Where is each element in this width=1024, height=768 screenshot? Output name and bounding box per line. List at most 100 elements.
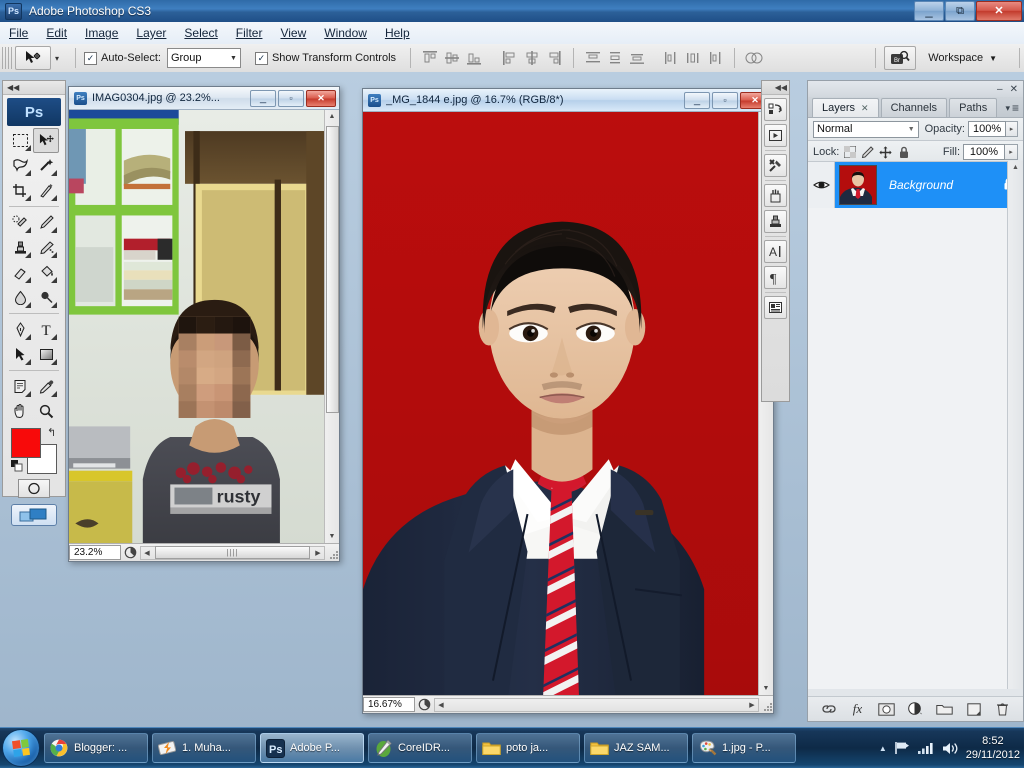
close-button[interactable]: ✕ bbox=[976, 1, 1022, 21]
blend-mode-dropdown[interactable]: Normal ▼ bbox=[813, 120, 919, 138]
tool-healing-brush[interactable] bbox=[7, 210, 33, 235]
panel-minimize-button[interactable]: – bbox=[997, 84, 1003, 95]
align-top-edges-icon[interactable] bbox=[421, 49, 439, 67]
auto-select-checkbox[interactable]: ✓ bbox=[84, 51, 98, 65]
panel-icon-character[interactable]: A bbox=[764, 240, 787, 263]
tool-eyedropper[interactable] bbox=[33, 374, 59, 399]
taskbar-item-coreldraw[interactable]: CoreIDR... bbox=[368, 733, 472, 763]
restore-button[interactable]: ⧉ bbox=[945, 1, 975, 21]
lock-image-pixels-button[interactable] bbox=[860, 145, 875, 160]
taskbar-item-blogger[interactable]: Blogger: ... bbox=[44, 733, 148, 763]
scroll-up-arrow[interactable]: ▲ bbox=[325, 110, 339, 123]
document-horizontal-scrollbar[interactable]: ◀ ▶ bbox=[434, 697, 759, 712]
horizontal-scroll-thumb[interactable]: |||| bbox=[155, 546, 310, 559]
tool-move[interactable] bbox=[33, 128, 59, 153]
layer-style-button[interactable]: fx bbox=[849, 700, 867, 718]
options-bar-grip[interactable] bbox=[2, 47, 12, 69]
menu-image[interactable]: Image bbox=[76, 24, 127, 42]
tool-path-selection[interactable] bbox=[7, 342, 33, 367]
document-info-icon[interactable] bbox=[121, 545, 139, 560]
document-canvas[interactable]: rusty ▲ ▼ bbox=[69, 110, 339, 543]
layers-list-scrollbar[interactable]: ▲ bbox=[1007, 161, 1023, 689]
foreground-color-swatch[interactable] bbox=[11, 428, 41, 458]
document-maximize-button[interactable]: ▫ bbox=[712, 91, 738, 109]
tab-paths[interactable]: Paths bbox=[949, 98, 998, 117]
tool-blur[interactable] bbox=[7, 285, 33, 310]
layer-name[interactable]: Background bbox=[889, 178, 1002, 192]
auto-align-layers-icon[interactable] bbox=[745, 49, 763, 67]
minimize-button[interactable]: _ bbox=[914, 1, 944, 21]
go-to-bridge-button[interactable]: Br bbox=[884, 46, 917, 70]
align-horizontal-centers-icon[interactable] bbox=[523, 49, 541, 67]
taskbar-item-paint[interactable]: 1.jpg - P... bbox=[692, 733, 796, 763]
distribute-horizontal-centers-icon[interactable] bbox=[684, 49, 702, 67]
new-layer-button[interactable] bbox=[965, 700, 983, 718]
resize-grip[interactable] bbox=[760, 698, 773, 712]
distribute-vertical-centers-icon[interactable] bbox=[606, 49, 624, 67]
tool-history-brush[interactable] bbox=[33, 235, 59, 260]
document-canvas[interactable]: ▲ ▼ bbox=[363, 112, 773, 695]
tool-paint-bucket[interactable] bbox=[33, 260, 59, 285]
fill-field[interactable]: 100% bbox=[963, 144, 1005, 160]
taskbar-clock[interactable]: 8:52 29/11/2012 bbox=[966, 734, 1020, 762]
document-close-button[interactable]: ✕ bbox=[306, 89, 336, 107]
delete-layer-button[interactable] bbox=[994, 700, 1012, 718]
document-minimize-button[interactable]: _ bbox=[684, 91, 710, 109]
layer-thumbnail[interactable] bbox=[839, 165, 877, 205]
tool-marquee[interactable] bbox=[7, 128, 33, 153]
taskbar-item-poto-folder[interactable]: poto ja... bbox=[476, 733, 580, 763]
layer-row-background[interactable]: Background bbox=[808, 162, 1023, 208]
panel-icon-layer-comps[interactable] bbox=[764, 296, 787, 319]
taskbar-item-jaz-folder[interactable]: JAZ SAM... bbox=[584, 733, 688, 763]
quick-mask-button[interactable] bbox=[18, 479, 50, 498]
align-left-edges-icon[interactable] bbox=[501, 49, 519, 67]
lock-transparent-pixels-button[interactable] bbox=[842, 145, 857, 160]
menu-help[interactable]: Help bbox=[376, 24, 419, 42]
document-info-icon[interactable] bbox=[415, 697, 433, 712]
default-colors-icon[interactable] bbox=[11, 460, 23, 472]
dock-collapse-header[interactable]: ◀◀ bbox=[762, 81, 789, 95]
tool-brush[interactable] bbox=[33, 210, 59, 235]
distribute-top-edges-icon[interactable] bbox=[584, 49, 602, 67]
tool-crop[interactable] bbox=[7, 178, 33, 203]
tab-layers[interactable]: Layers ✕ bbox=[812, 98, 879, 117]
link-layers-button[interactable] bbox=[820, 700, 838, 718]
lock-all-button[interactable] bbox=[896, 145, 911, 160]
scroll-down-arrow[interactable]: ▼ bbox=[325, 530, 339, 543]
align-vertical-centers-icon[interactable] bbox=[443, 49, 461, 67]
layer-visibility-toggle[interactable] bbox=[808, 162, 835, 208]
panel-icon-paragraph[interactable]: ¶ bbox=[764, 266, 787, 289]
opacity-spinner[interactable]: ▸ bbox=[1006, 121, 1018, 137]
auto-select-dropdown[interactable]: Group ▼ bbox=[166, 48, 241, 68]
document-title-bar[interactable]: Ps IMAG0304.jpg @ 23.2%... _ ▫ ✕ bbox=[69, 87, 339, 110]
opacity-field[interactable]: 100% bbox=[967, 121, 1007, 137]
menu-layer[interactable]: Layer bbox=[127, 24, 175, 42]
start-button[interactable] bbox=[2, 729, 40, 767]
tool-magic-wand[interactable] bbox=[33, 153, 59, 178]
document-window-imag0304[interactable]: Ps IMAG0304.jpg @ 23.2%... _ ▫ ✕ rusty ▲… bbox=[68, 86, 340, 562]
show-hidden-icons-button[interactable]: ▲ bbox=[879, 744, 887, 753]
tool-clone-stamp[interactable] bbox=[7, 235, 33, 260]
tool-rectangle[interactable] bbox=[33, 342, 59, 367]
adjustment-layer-button[interactable] bbox=[907, 700, 925, 718]
document-window-mg1844[interactable]: Ps _MG_1844 e.jpg @ 16.7% (RGB/8*) _ ▫ ✕ bbox=[362, 88, 774, 714]
volume-button[interactable] bbox=[941, 741, 959, 756]
panel-close-button[interactable]: ✕ bbox=[1010, 84, 1018, 95]
zoom-level-field[interactable]: 23.2% bbox=[69, 545, 121, 560]
menu-window[interactable]: Window bbox=[315, 24, 376, 42]
screen-mode-button[interactable] bbox=[11, 504, 57, 526]
tool-type[interactable]: T bbox=[33, 317, 59, 342]
scroll-down-arrow[interactable]: ▼ bbox=[759, 682, 773, 695]
tool-pen[interactable] bbox=[7, 317, 33, 342]
menu-view[interactable]: View bbox=[271, 24, 315, 42]
tool-hand[interactable] bbox=[7, 399, 33, 424]
tool-preset-caret[interactable]: ▾ bbox=[55, 54, 59, 63]
tab-channels[interactable]: Channels bbox=[880, 98, 948, 117]
menu-select[interactable]: Select bbox=[175, 24, 226, 42]
workspace-dropdown[interactable]: Workspace ▼ bbox=[928, 52, 997, 64]
lock-position-button[interactable] bbox=[878, 145, 893, 160]
distribute-bottom-edges-icon[interactable] bbox=[628, 49, 646, 67]
action-center-button[interactable] bbox=[894, 741, 910, 755]
document-horizontal-scrollbar[interactable]: ◀ |||| ▶ bbox=[140, 545, 325, 560]
panel-menu-button[interactable]: ▾ ≡ bbox=[1005, 101, 1019, 115]
